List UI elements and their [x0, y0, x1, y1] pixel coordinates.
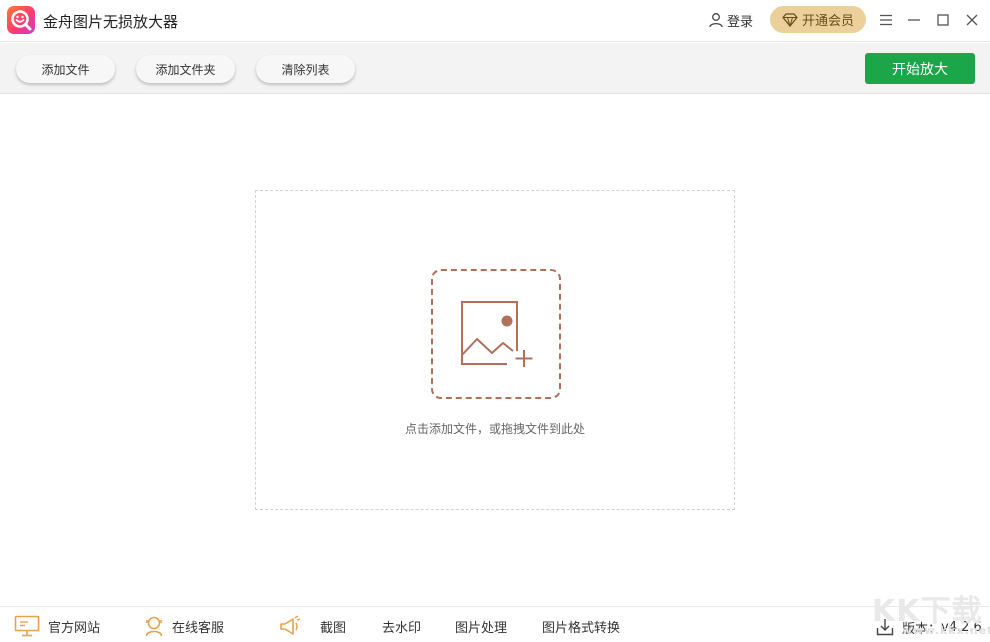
app-logo-icon: [7, 6, 35, 34]
menu-button[interactable]: [876, 10, 896, 30]
official-website-link[interactable]: 官方网站: [14, 615, 100, 637]
vip-button[interactable]: 开通会员: [770, 6, 866, 33]
screenshot-tool-link[interactable]: 截图: [278, 615, 346, 637]
format-convert-link[interactable]: 图片格式转换: [542, 615, 620, 637]
title-bar: 金舟图片无损放大器 登录 开通会员: [0, 0, 990, 42]
maximize-button[interactable]: [933, 10, 953, 30]
minimize-button[interactable]: [904, 10, 924, 30]
online-support-link[interactable]: 在线客服: [144, 615, 224, 637]
megaphone-icon: [280, 615, 301, 635]
image-process-link[interactable]: 图片处理: [455, 615, 507, 637]
start-enlarge-button[interactable]: 开始放大: [865, 53, 975, 84]
online-support-label: 在线客服: [172, 620, 225, 636]
diamond-icon: [782, 12, 798, 27]
close-button[interactable]: [962, 10, 982, 30]
remove-watermark-link[interactable]: 去水印: [382, 615, 421, 637]
clear-list-button[interactable]: 清除列表: [256, 55, 355, 83]
close-icon: [966, 14, 978, 26]
app-title: 金舟图片无损放大器: [43, 13, 179, 31]
customer-service-icon: [145, 616, 163, 637]
menu-icon: [880, 14, 892, 26]
drop-hint-text: 点击添加文件，或拖拽文件到此处: [404, 422, 585, 436]
vip-label: 开通会员: [801, 14, 854, 29]
toolbar: 添加文件 添加文件夹 清除列表 开始放大: [0, 43, 990, 94]
login-button[interactable]: 登录: [708, 10, 753, 30]
user-icon: [709, 13, 723, 28]
minimize-icon: [908, 19, 920, 21]
footer-bar: 官方网站 在线客服 截图 去水印 图片处理 图片格式转换 版本： v4.2.6: [0, 606, 990, 642]
watermark-url-text: www.kkx.net: [902, 624, 990, 637]
add-image-box[interactable]: [431, 269, 561, 399]
maximize-icon: [937, 14, 949, 26]
site-watermark: KK下载 www.kkx.net: [872, 586, 990, 640]
monitor-icon: [14, 615, 40, 637]
file-drop-zone[interactable]: 点击添加文件，或拖拽文件到此处: [255, 190, 735, 510]
add-folder-button[interactable]: 添加文件夹: [136, 55, 235, 83]
add-file-button[interactable]: 添加文件: [16, 55, 115, 83]
official-website-label: 官方网站: [48, 620, 101, 636]
add-image-icon: [461, 301, 533, 367]
screenshot-label: 截图: [320, 620, 347, 636]
login-label: 登录: [727, 14, 754, 30]
